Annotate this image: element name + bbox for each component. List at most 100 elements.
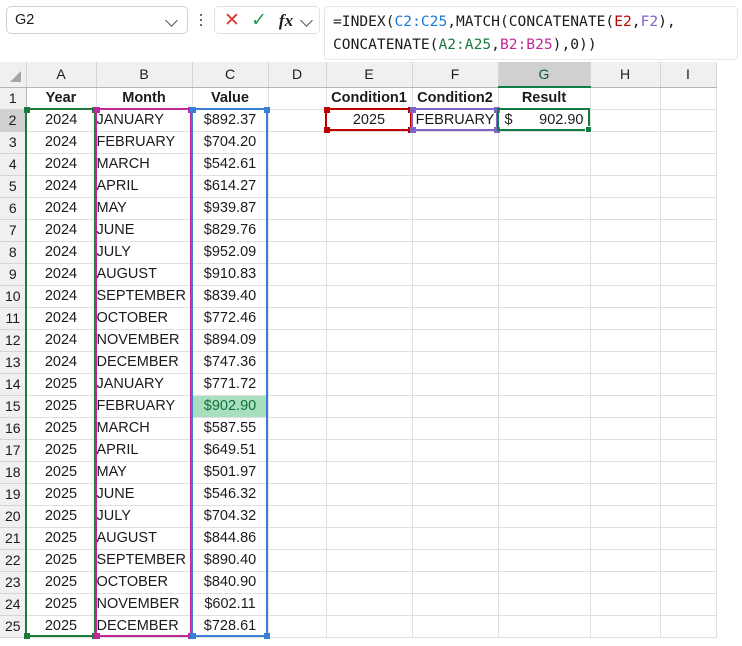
column-header-i[interactable]: I — [660, 62, 717, 88]
column-header-b[interactable]: B — [96, 62, 193, 88]
cell-C1[interactable]: Value — [192, 87, 269, 110]
cell-I23[interactable] — [660, 571, 717, 594]
cell-A6[interactable]: 2024 — [26, 197, 97, 220]
cell-E4[interactable] — [326, 153, 413, 176]
cell-F10[interactable] — [412, 285, 499, 308]
cell-B12[interactable]: NOVEMBER — [96, 329, 193, 352]
cell-H6[interactable] — [590, 197, 661, 220]
cell-H10[interactable] — [590, 285, 661, 308]
cell-I3[interactable] — [660, 131, 717, 154]
cell-B9[interactable]: AUGUST — [96, 263, 193, 286]
cell-G22[interactable] — [498, 549, 591, 572]
cell-I11[interactable] — [660, 307, 717, 330]
cell-H9[interactable] — [590, 263, 661, 286]
row-header-5[interactable]: 5 — [0, 175, 27, 198]
cell-D8[interactable] — [268, 241, 327, 264]
cell-I18[interactable] — [660, 461, 717, 484]
cell-E2[interactable]: 2025 — [326, 109, 413, 132]
cell-F9[interactable] — [412, 263, 499, 286]
row-header-16[interactable]: 16 — [0, 417, 27, 440]
cell-D2[interactable] — [268, 109, 327, 132]
row-header-23[interactable]: 23 — [0, 571, 27, 594]
cell-F20[interactable] — [412, 505, 499, 528]
cell-G20[interactable] — [498, 505, 591, 528]
chevron-down-icon[interactable] — [301, 14, 314, 27]
cell-C9[interactable]: $910.83 — [192, 263, 269, 286]
formula-input[interactable]: =INDEX(C2:C25,MATCH(CONCATENATE(E2,F2), C… — [324, 6, 738, 60]
cell-H2[interactable] — [590, 109, 661, 132]
cell-C23[interactable]: $840.90 — [192, 571, 269, 594]
cell-H16[interactable] — [590, 417, 661, 440]
cell-F6[interactable] — [412, 197, 499, 220]
row-header-4[interactable]: 4 — [0, 153, 27, 176]
cell-C18[interactable]: $501.97 — [192, 461, 269, 484]
cell-D6[interactable] — [268, 197, 327, 220]
cell-G3[interactable] — [498, 131, 591, 154]
cell-F8[interactable] — [412, 241, 499, 264]
cell-G7[interactable] — [498, 219, 591, 242]
cell-H22[interactable] — [590, 549, 661, 572]
cell-F22[interactable] — [412, 549, 499, 572]
cell-E25[interactable] — [326, 615, 413, 638]
cell-H18[interactable] — [590, 461, 661, 484]
cell-I17[interactable] — [660, 439, 717, 462]
cell-H3[interactable] — [590, 131, 661, 154]
cell-B5[interactable]: APRIL — [96, 175, 193, 198]
cell-C25[interactable]: $728.61 — [192, 615, 269, 638]
cell-D19[interactable] — [268, 483, 327, 506]
row-header-12[interactable]: 12 — [0, 329, 27, 352]
cell-I12[interactable] — [660, 329, 717, 352]
cell-D9[interactable] — [268, 263, 327, 286]
cell-I8[interactable] — [660, 241, 717, 264]
column-header-e[interactable]: E — [326, 62, 413, 88]
cell-D5[interactable] — [268, 175, 327, 198]
row-header-17[interactable]: 17 — [0, 439, 27, 462]
cell-A19[interactable]: 2025 — [26, 483, 97, 506]
cell-D13[interactable] — [268, 351, 327, 374]
cell-C7[interactable]: $829.76 — [192, 219, 269, 242]
insert-function-button[interactable]: fx — [274, 8, 298, 32]
cell-A16[interactable]: 2025 — [26, 417, 97, 440]
cell-G21[interactable] — [498, 527, 591, 550]
cell-C12[interactable]: $894.09 — [192, 329, 269, 352]
cell-G23[interactable] — [498, 571, 591, 594]
cell-G18[interactable] — [498, 461, 591, 484]
cell-G4[interactable] — [498, 153, 591, 176]
row-header-19[interactable]: 19 — [0, 483, 27, 506]
cell-I9[interactable] — [660, 263, 717, 286]
cell-E9[interactable] — [326, 263, 413, 286]
cell-H11[interactable] — [590, 307, 661, 330]
cell-C19[interactable]: $546.32 — [192, 483, 269, 506]
cell-C17[interactable]: $649.51 — [192, 439, 269, 462]
cell-H14[interactable] — [590, 373, 661, 396]
cell-G8[interactable] — [498, 241, 591, 264]
cell-G16[interactable] — [498, 417, 591, 440]
cell-D23[interactable] — [268, 571, 327, 594]
cell-C21[interactable]: $844.86 — [192, 527, 269, 550]
cell-A9[interactable]: 2024 — [26, 263, 97, 286]
cell-B4[interactable]: MARCH — [96, 153, 193, 176]
cell-F13[interactable] — [412, 351, 499, 374]
cell-I15[interactable] — [660, 395, 717, 418]
cell-C2[interactable]: $892.37 — [192, 109, 269, 132]
cell-D16[interactable] — [268, 417, 327, 440]
cell-E18[interactable] — [326, 461, 413, 484]
cell-F24[interactable] — [412, 593, 499, 616]
cell-A13[interactable]: 2024 — [26, 351, 97, 374]
cell-D18[interactable] — [268, 461, 327, 484]
cell-B16[interactable]: MARCH — [96, 417, 193, 440]
cell-G25[interactable] — [498, 615, 591, 638]
cell-E7[interactable] — [326, 219, 413, 242]
cell-H15[interactable] — [590, 395, 661, 418]
cell-A17[interactable]: 2025 — [26, 439, 97, 462]
row-header-24[interactable]: 24 — [0, 593, 27, 616]
cell-E10[interactable] — [326, 285, 413, 308]
row-header-9[interactable]: 9 — [0, 263, 27, 286]
cell-H13[interactable] — [590, 351, 661, 374]
cell-C15[interactable]: $902.90 — [192, 395, 269, 418]
cell-H20[interactable] — [590, 505, 661, 528]
cell-H7[interactable] — [590, 219, 661, 242]
cell-F16[interactable] — [412, 417, 499, 440]
cell-D1[interactable] — [268, 87, 327, 110]
cell-G1[interactable]: Result — [498, 87, 591, 110]
